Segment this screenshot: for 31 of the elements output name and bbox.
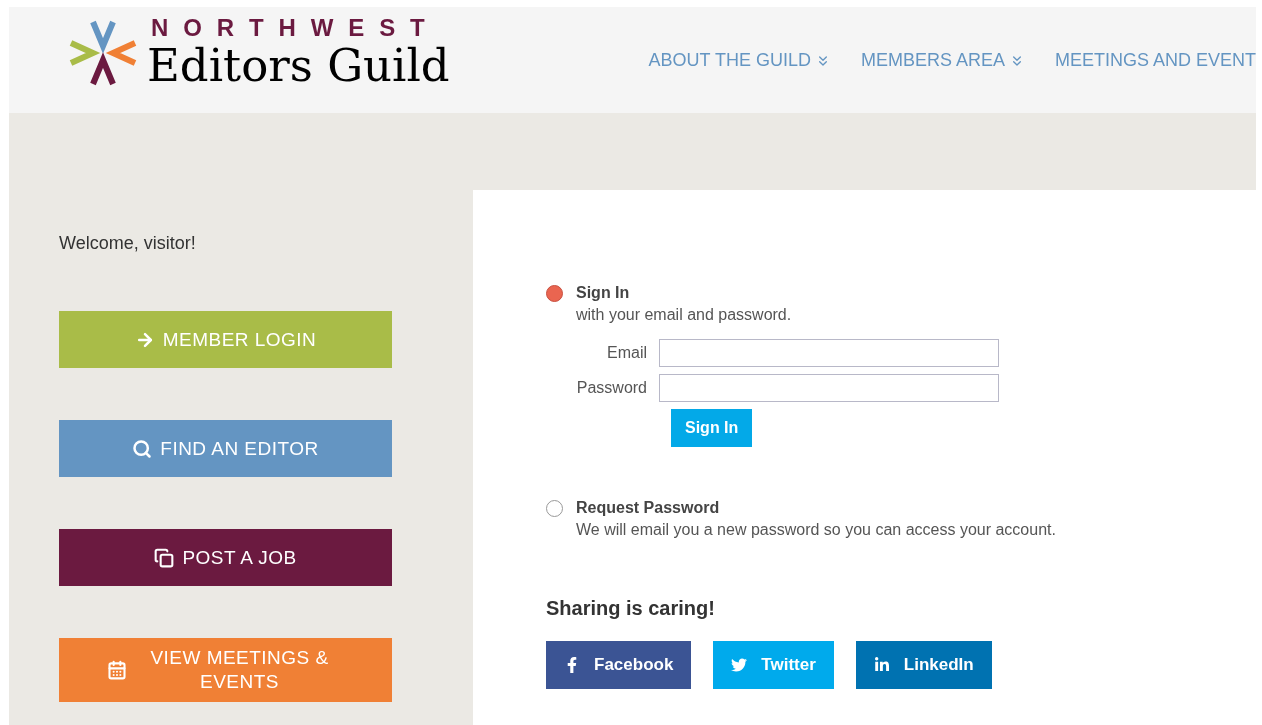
logo-chevrons-drawing xyxy=(67,19,139,87)
documents-icon xyxy=(154,547,175,568)
bird-icon xyxy=(731,657,748,673)
logo-tagline: NORTHWEST xyxy=(150,15,441,41)
field-label: Email xyxy=(606,343,648,363)
sidebar-button[interactable]: VIEW MEETINGS & EVENTS xyxy=(59,638,392,702)
share-button[interactable]: LinkedIn xyxy=(855,641,992,689)
nav-link[interactable]: MEMBERS AREA xyxy=(860,47,1025,74)
sign-in-button[interactable]: Sign In xyxy=(671,409,753,447)
welcome-text: Welcome, visitor! xyxy=(59,232,197,255)
search-icon xyxy=(132,438,153,459)
input-field[interactable] xyxy=(659,339,999,367)
sidebar-button[interactable]: FIND AN EDITOR xyxy=(59,420,392,477)
sharing-heading: Sharing is caring! xyxy=(546,596,716,621)
linkedin-icon xyxy=(873,657,890,673)
sidebar-button[interactable]: MEMBER LOGIN xyxy=(59,311,392,368)
logo-title: Editors Guild xyxy=(147,41,450,91)
nav-link[interactable]: MEETINGS AND EVENT xyxy=(1054,47,1256,74)
share-button[interactable]: Twitter xyxy=(713,641,834,689)
calendar-icon xyxy=(107,660,127,680)
option-description: We will email you a new password so you can access your account. xyxy=(576,520,1056,540)
option-title: Request Password xyxy=(576,498,721,518)
option-description: with your email and password. xyxy=(576,305,792,325)
option-title: Sign In xyxy=(576,283,631,303)
field-label: Password xyxy=(575,378,648,398)
share-button[interactable]: Facebook xyxy=(546,641,692,689)
radio-button[interactable] xyxy=(546,500,563,517)
input-field[interactable] xyxy=(659,374,999,402)
nav-link[interactable]: ABOUT THE GUILD xyxy=(648,47,831,74)
radio-button[interactable] xyxy=(546,285,563,302)
sidebar-button[interactable]: POST A JOB xyxy=(59,529,392,586)
